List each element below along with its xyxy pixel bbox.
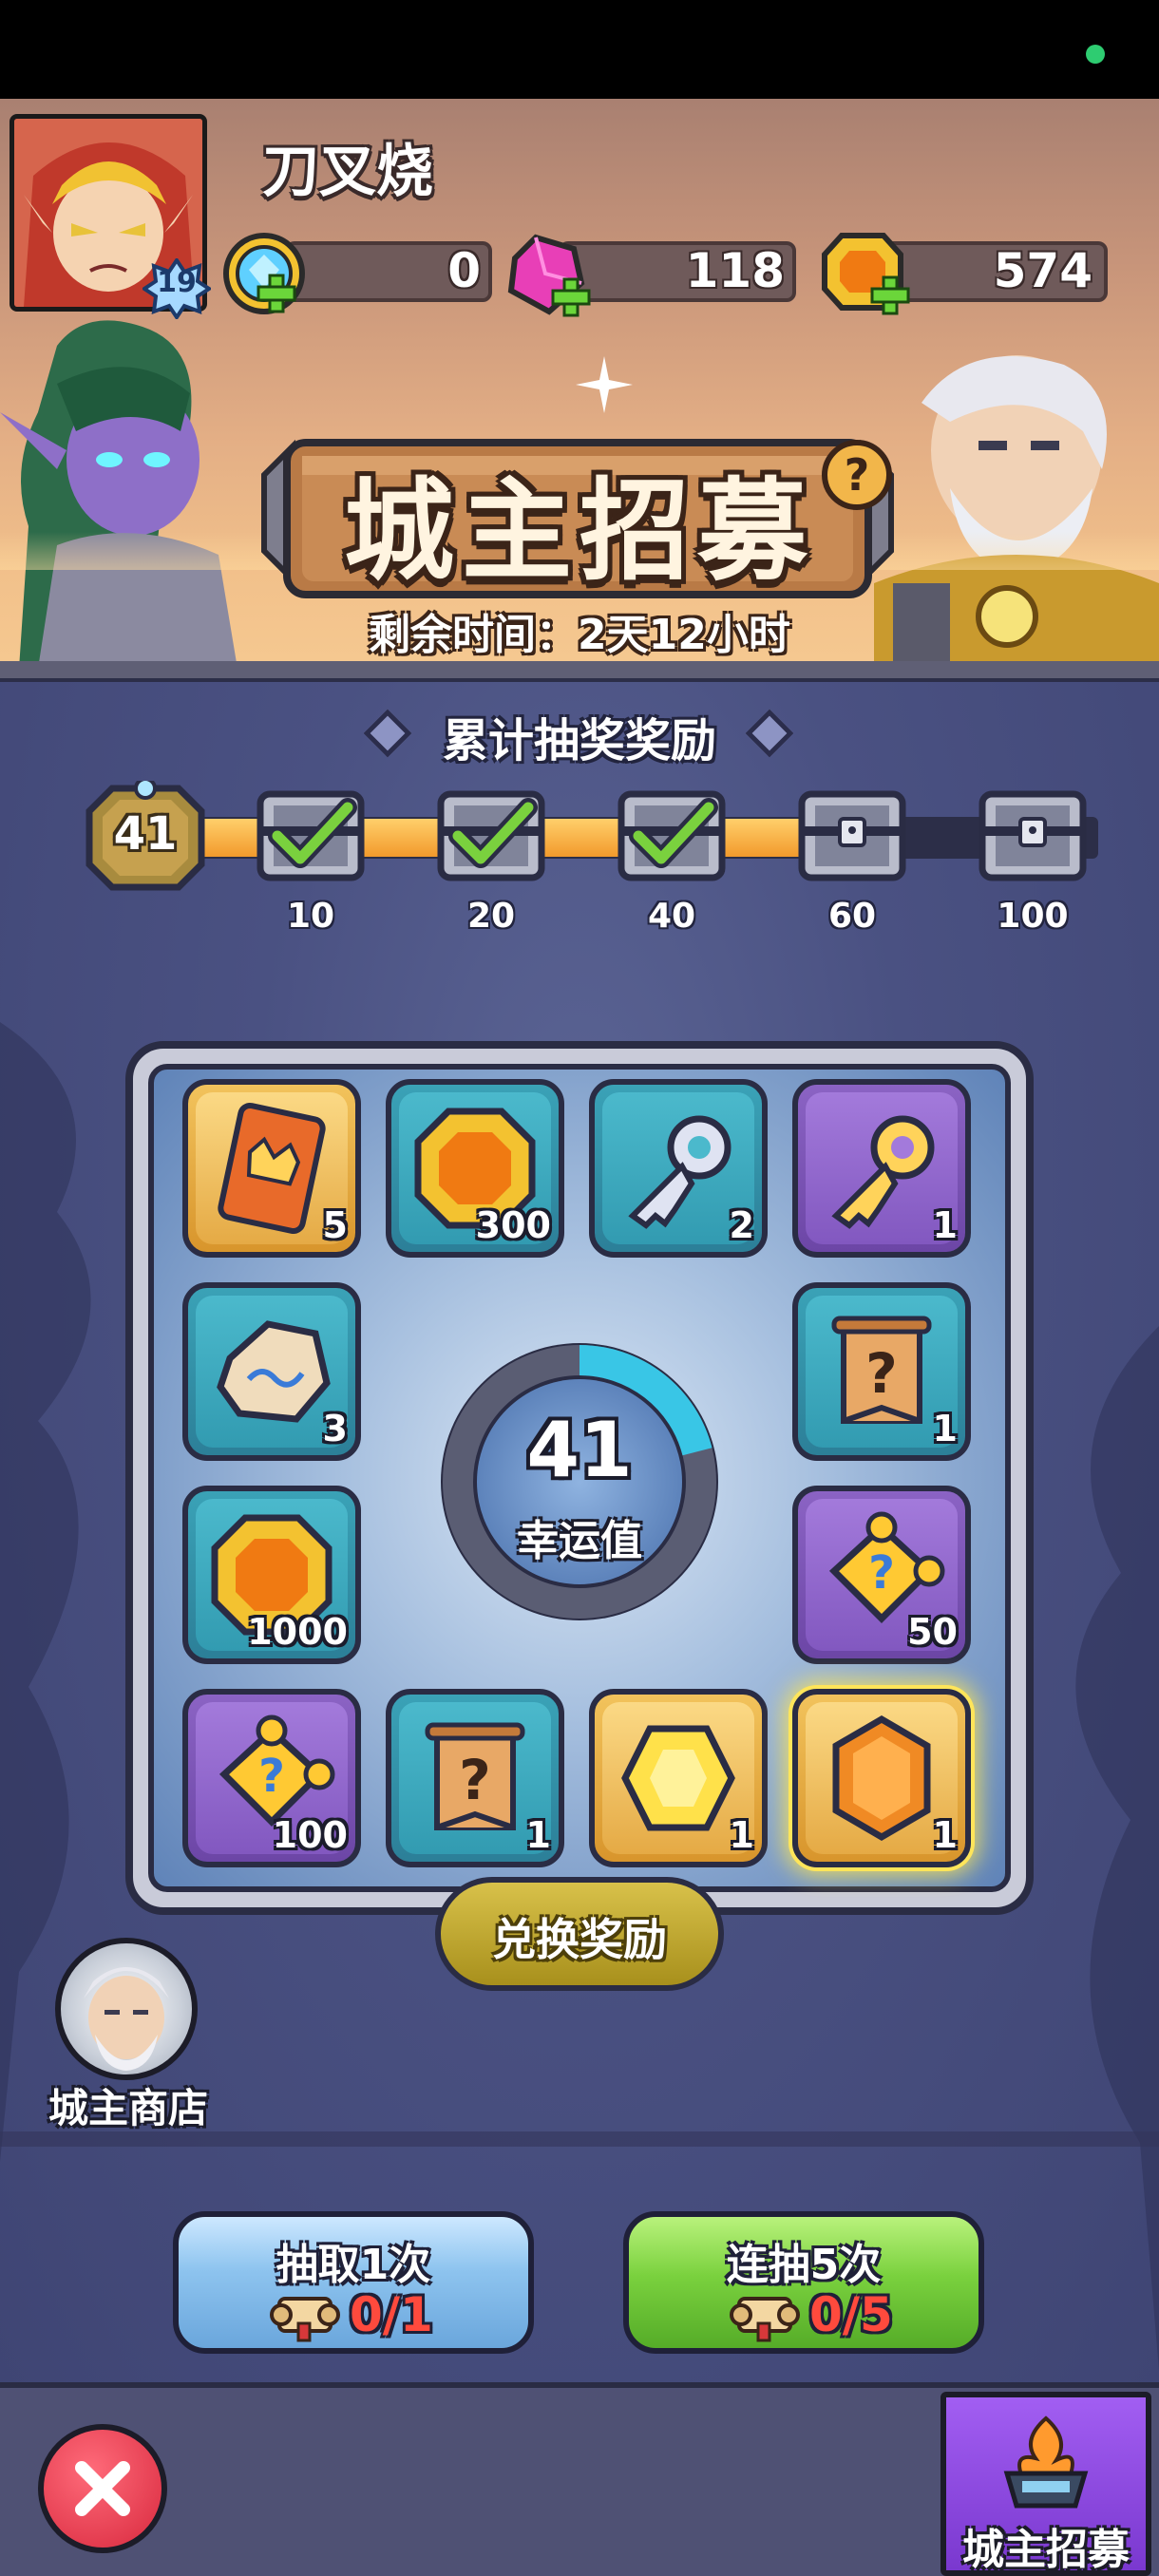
prize-item[interactable]: 1 (792, 1079, 971, 1258)
prize-item-count: 5 (322, 1204, 348, 1246)
milestone-chest-claimed[interactable] (616, 785, 728, 885)
draw-five-button[interactable]: 连抽5次 0/5 (623, 2211, 984, 2354)
prize-item[interactable]: ? 1 (386, 1689, 564, 1867)
draw-five-label: 连抽5次 (726, 2241, 882, 2289)
add-gem-icon[interactable] (549, 275, 593, 319)
milestone-label: 60 (827, 897, 877, 936)
orange-gem-icon (832, 1714, 931, 1842)
prize-item[interactable]: ? 1 (792, 1282, 971, 1461)
recruit-card-icon (218, 1103, 326, 1234)
lord-portrait-icon (84, 1967, 169, 2071)
prize-item[interactable]: 5 (182, 1079, 361, 1258)
milestone-chest-locked[interactable] (977, 785, 1089, 885)
milestone-label: 10 (286, 897, 335, 936)
prize-item-count: 1 (932, 1814, 958, 1856)
prize-item-count: 1000 (247, 1611, 348, 1653)
draw-once-label: 抽取1次 (276, 2241, 431, 2289)
close-button[interactable] (38, 2424, 167, 2553)
yellow-gem-icon (621, 1725, 735, 1831)
luck-value: 41 (526, 1406, 633, 1494)
prize-item[interactable]: 1 (792, 1689, 971, 1867)
svg-text:?: ? (258, 1750, 285, 1803)
prize-item[interactable]: 2 (589, 1079, 768, 1258)
player-level: 19 (157, 266, 197, 299)
prize-item[interactable]: 300 (386, 1079, 564, 1258)
milestone-chest-locked[interactable] (796, 785, 908, 885)
milestone-label: 40 (647, 897, 696, 936)
draw-five-cost: 0/5 (809, 2287, 893, 2342)
status-indicator-dot (1086, 45, 1105, 64)
help-icon[interactable]: ? (819, 437, 895, 513)
add-gold-coin-icon[interactable] (868, 274, 912, 317)
prize-item[interactable]: ? 100 (182, 1689, 361, 1867)
status-bar (0, 0, 1159, 99)
prize-item-count: 3 (322, 1408, 348, 1449)
lord-shop-button[interactable] (55, 1938, 198, 2080)
prize-item-count: 50 (907, 1611, 958, 1653)
elf-character-art (0, 320, 237, 661)
time-remaining: 剩余时间：2天12小时 (369, 611, 790, 659)
draw-count: 41 (113, 807, 178, 861)
draw-once-cost: 0/1 (350, 2287, 433, 2342)
close-icon (75, 2461, 130, 2516)
gold-key-icon (831, 1115, 935, 1229)
milestone-chest-claimed[interactable] (435, 785, 547, 885)
prize-item[interactable]: 3 (182, 1282, 361, 1461)
rune-stone-icon (217, 1320, 331, 1423)
prize-item-count: 2 (729, 1204, 754, 1246)
milestone-chest-claimed[interactable] (255, 785, 367, 885)
cumulative-rewards-title: 累计抽奖奖励 (442, 714, 716, 767)
mystery-scroll-icon: ? (831, 1316, 932, 1424)
recruit-cauldron-icon (1003, 2415, 1089, 2509)
svg-text:?: ? (865, 1341, 898, 1406)
prize-item[interactable]: ? 50 (792, 1486, 971, 1664)
resource-value: 0 (447, 243, 481, 298)
svg-text:?: ? (845, 449, 870, 501)
silver-key-icon (628, 1115, 732, 1229)
prize-item-count: 1 (525, 1814, 551, 1856)
tab-lord-recruit-label: 城主招募 (962, 2526, 1130, 2574)
prize-item[interactable]: 1000 (182, 1486, 361, 1664)
event-title: 城主招募 (344, 467, 815, 596)
prize-item-count: 1 (932, 1408, 958, 1449)
svg-text:?: ? (868, 1546, 895, 1600)
lord-shop-label: 城主商店 (48, 2085, 208, 2131)
prize-item-count: 300 (475, 1204, 551, 1246)
sparkle-icon (576, 356, 633, 413)
draw-once-button[interactable]: 抽取1次 0/1 (173, 2211, 534, 2354)
prize-item-count: 1 (932, 1204, 958, 1246)
recruit-scroll-icon (270, 2297, 340, 2342)
prize-item-count: 1 (729, 1814, 754, 1856)
prize-item-count: 100 (272, 1814, 348, 1856)
player-name: 刀叉烧 (262, 139, 433, 205)
prize-item[interactable]: 1 (589, 1689, 768, 1867)
panel-divider (0, 2131, 1159, 2147)
milestone-label: 100 (997, 897, 1069, 936)
panel-top-border (0, 661, 1159, 682)
mystery-scroll-icon: ? (425, 1722, 525, 1830)
exchange-rewards-label: 兑换奖励 (492, 1914, 667, 1965)
recruit-scroll-icon (730, 2297, 800, 2342)
milestone-label: 20 (466, 897, 516, 936)
svg-text:?: ? (459, 1748, 491, 1812)
luck-label: 幸运值 (517, 1517, 642, 1565)
add-diamond-coin-icon[interactable] (255, 272, 298, 315)
